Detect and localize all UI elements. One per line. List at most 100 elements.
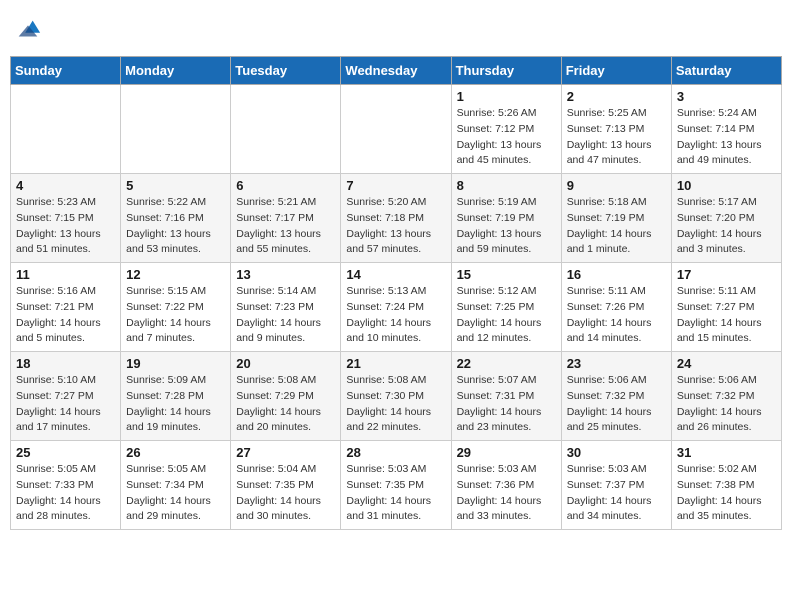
day-number: 20 — [236, 356, 335, 371]
calendar-cell: 30 Sunrise: 5:03 AM Sunset: 7:37 PM Dayli… — [561, 441, 671, 530]
day-info: Sunrise: 5:17 AM Sunset: 7:20 PM Dayligh… — [677, 195, 776, 258]
calendar-week-2: 4Sunrise: 5:23 AM Sunset: 7:15 PM Daylig… — [11, 174, 782, 263]
day-info: Sunrise: 5:06 AM Sunset: 7:32 PM Dayligh… — [567, 373, 666, 436]
day-number: 6 — [236, 178, 335, 193]
day-info: Sunrise: 5:16 AM Sunset: 7:21 PM Dayligh… — [16, 284, 115, 347]
col-header-sunday: Sunday — [11, 57, 121, 85]
day-info: Sunrise: 5:07 AM Sunset: 7:31 PM Dayligh… — [457, 373, 556, 436]
day-number: 3 — [677, 89, 776, 104]
calendar-cell: 8Sunrise: 5:19 AM Sunset: 7:19 PM Daylig… — [451, 174, 561, 263]
day-number: 30 — [567, 445, 666, 460]
calendar-cell: 13 Sunrise: 5:14 AM Sunset: 7:23 PM Dayli… — [231, 263, 341, 352]
day-number: 25 — [16, 445, 115, 460]
col-header-monday: Monday — [121, 57, 231, 85]
day-number: 18 — [16, 356, 115, 371]
calendar-cell: 18 Sunrise: 5:10 AM Sunset: 7:27 PM Dayli… — [11, 352, 121, 441]
day-info: Sunrise: 5:21 AM Sunset: 7:17 PM Dayligh… — [236, 195, 335, 258]
calendar-cell: 2 Sunrise: 5:25 AM Sunset: 7:13 PM Daylig… — [561, 85, 671, 174]
calendar-week-5: 25 Sunrise: 5:05 AM Sunset: 7:33 PM Dayli… — [11, 441, 782, 530]
day-info: Sunrise: 5:15 AM Sunset: 7:22 PM Dayligh… — [126, 284, 225, 347]
calendar-cell: 29Sunrise: 5:03 AM Sunset: 7:36 PM Dayli… — [451, 441, 561, 530]
col-header-thursday: Thursday — [451, 57, 561, 85]
day-info: Sunrise: 5:08 AM Sunset: 7:30 PM Dayligh… — [346, 373, 445, 436]
calendar-cell: 4Sunrise: 5:23 AM Sunset: 7:15 PM Daylig… — [11, 174, 121, 263]
calendar-cell: 12 Sunrise: 5:15 AM Sunset: 7:22 PM Dayli… — [121, 263, 231, 352]
calendar-cell — [121, 85, 231, 174]
day-number: 2 — [567, 89, 666, 104]
day-number: 13 — [236, 267, 335, 282]
calendar-cell: 5Sunrise: 5:22 AM Sunset: 7:16 PM Daylig… — [121, 174, 231, 263]
page-header — [10, 10, 782, 50]
day-number: 23 — [567, 356, 666, 371]
day-info: Sunrise: 5:08 AM Sunset: 7:29 PM Dayligh… — [236, 373, 335, 436]
calendar-cell: 6 Sunrise: 5:21 AM Sunset: 7:17 PM Daylig… — [231, 174, 341, 263]
day-number: 28 — [346, 445, 445, 460]
logo-icon — [14, 16, 42, 44]
day-info: Sunrise: 5:14 AM Sunset: 7:23 PM Dayligh… — [236, 284, 335, 347]
day-number: 22 — [457, 356, 556, 371]
day-number: 17 — [677, 267, 776, 282]
calendar-cell — [231, 85, 341, 174]
calendar-cell: 19 Sunrise: 5:09 AM Sunset: 7:28 PM Dayli… — [121, 352, 231, 441]
day-info: Sunrise: 5:24 AM Sunset: 7:14 PM Dayligh… — [677, 106, 776, 169]
day-number: 1 — [457, 89, 556, 104]
calendar-table: SundayMondayTuesdayWednesdayThursdayFrid… — [10, 56, 782, 530]
day-info: Sunrise: 5:10 AM Sunset: 7:27 PM Dayligh… — [16, 373, 115, 436]
day-info: Sunrise: 5:12 AM Sunset: 7:25 PM Dayligh… — [457, 284, 556, 347]
day-info: Sunrise: 5:06 AM Sunset: 7:32 PM Dayligh… — [677, 373, 776, 436]
day-info: Sunrise: 5:18 AM Sunset: 7:19 PM Dayligh… — [567, 195, 666, 258]
day-info: Sunrise: 5:13 AM Sunset: 7:24 PM Dayligh… — [346, 284, 445, 347]
day-number: 26 — [126, 445, 225, 460]
calendar-cell: 17 Sunrise: 5:11 AM Sunset: 7:27 PM Dayli… — [671, 263, 781, 352]
calendar-cell: 14 Sunrise: 5:13 AM Sunset: 7:24 PM Dayli… — [341, 263, 451, 352]
day-number: 16 — [567, 267, 666, 282]
calendar-cell: 22 Sunrise: 5:07 AM Sunset: 7:31 PM Dayli… — [451, 352, 561, 441]
calendar-cell: 25 Sunrise: 5:05 AM Sunset: 7:33 PM Dayli… — [11, 441, 121, 530]
day-info: Sunrise: 5:09 AM Sunset: 7:28 PM Dayligh… — [126, 373, 225, 436]
calendar-cell — [11, 85, 121, 174]
calendar-week-3: 11 Sunrise: 5:16 AM Sunset: 7:21 PM Dayli… — [11, 263, 782, 352]
day-number: 7 — [346, 178, 445, 193]
day-info: Sunrise: 5:05 AM Sunset: 7:33 PM Dayligh… — [16, 462, 115, 525]
calendar-cell: 11 Sunrise: 5:16 AM Sunset: 7:21 PM Dayli… — [11, 263, 121, 352]
day-info: Sunrise: 5:03 AM Sunset: 7:36 PM Dayligh… — [457, 462, 556, 525]
col-header-saturday: Saturday — [671, 57, 781, 85]
day-info: Sunrise: 5:25 AM Sunset: 7:13 PM Dayligh… — [567, 106, 666, 169]
day-number: 12 — [126, 267, 225, 282]
day-info: Sunrise: 5:20 AM Sunset: 7:18 PM Dayligh… — [346, 195, 445, 258]
calendar-cell: 7 Sunrise: 5:20 AM Sunset: 7:18 PM Daylig… — [341, 174, 451, 263]
calendar-week-4: 18 Sunrise: 5:10 AM Sunset: 7:27 PM Dayli… — [11, 352, 782, 441]
calendar-cell: 23 Sunrise: 5:06 AM Sunset: 7:32 PM Dayli… — [561, 352, 671, 441]
calendar-cell: 21 Sunrise: 5:08 AM Sunset: 7:30 PM Dayli… — [341, 352, 451, 441]
calendar-header-row: SundayMondayTuesdayWednesdayThursdayFrid… — [11, 57, 782, 85]
day-number: 21 — [346, 356, 445, 371]
day-info: Sunrise: 5:03 AM Sunset: 7:37 PM Dayligh… — [567, 462, 666, 525]
calendar-cell: 10Sunrise: 5:17 AM Sunset: 7:20 PM Dayli… — [671, 174, 781, 263]
calendar-cell: 20 Sunrise: 5:08 AM Sunset: 7:29 PM Dayli… — [231, 352, 341, 441]
calendar-cell: 9 Sunrise: 5:18 AM Sunset: 7:19 PM Daylig… — [561, 174, 671, 263]
day-number: 24 — [677, 356, 776, 371]
calendar-cell: 1Sunrise: 5:26 AM Sunset: 7:12 PM Daylig… — [451, 85, 561, 174]
calendar-cell — [341, 85, 451, 174]
logo — [14, 16, 44, 44]
calendar-cell: 24 Sunrise: 5:06 AM Sunset: 7:32 PM Dayli… — [671, 352, 781, 441]
calendar-cell: 3 Sunrise: 5:24 AM Sunset: 7:14 PM Daylig… — [671, 85, 781, 174]
calendar-cell: 15 Sunrise: 5:12 AM Sunset: 7:25 PM Dayli… — [451, 263, 561, 352]
day-info: Sunrise: 5:11 AM Sunset: 7:27 PM Dayligh… — [677, 284, 776, 347]
calendar-cell: 31Sunrise: 5:02 AM Sunset: 7:38 PM Dayli… — [671, 441, 781, 530]
day-number: 31 — [677, 445, 776, 460]
day-number: 14 — [346, 267, 445, 282]
day-number: 11 — [16, 267, 115, 282]
day-number: 8 — [457, 178, 556, 193]
day-info: Sunrise: 5:23 AM Sunset: 7:15 PM Dayligh… — [16, 195, 115, 258]
col-header-friday: Friday — [561, 57, 671, 85]
calendar-cell: 26 Sunrise: 5:05 AM Sunset: 7:34 PM Dayli… — [121, 441, 231, 530]
day-info: Sunrise: 5:05 AM Sunset: 7:34 PM Dayligh… — [126, 462, 225, 525]
day-number: 15 — [457, 267, 556, 282]
calendar-cell: 28 Sunrise: 5:03 AM Sunset: 7:35 PM Dayli… — [341, 441, 451, 530]
day-info: Sunrise: 5:11 AM Sunset: 7:26 PM Dayligh… — [567, 284, 666, 347]
day-number: 19 — [126, 356, 225, 371]
day-info: Sunrise: 5:03 AM Sunset: 7:35 PM Dayligh… — [346, 462, 445, 525]
day-info: Sunrise: 5:22 AM Sunset: 7:16 PM Dayligh… — [126, 195, 225, 258]
day-number: 9 — [567, 178, 666, 193]
